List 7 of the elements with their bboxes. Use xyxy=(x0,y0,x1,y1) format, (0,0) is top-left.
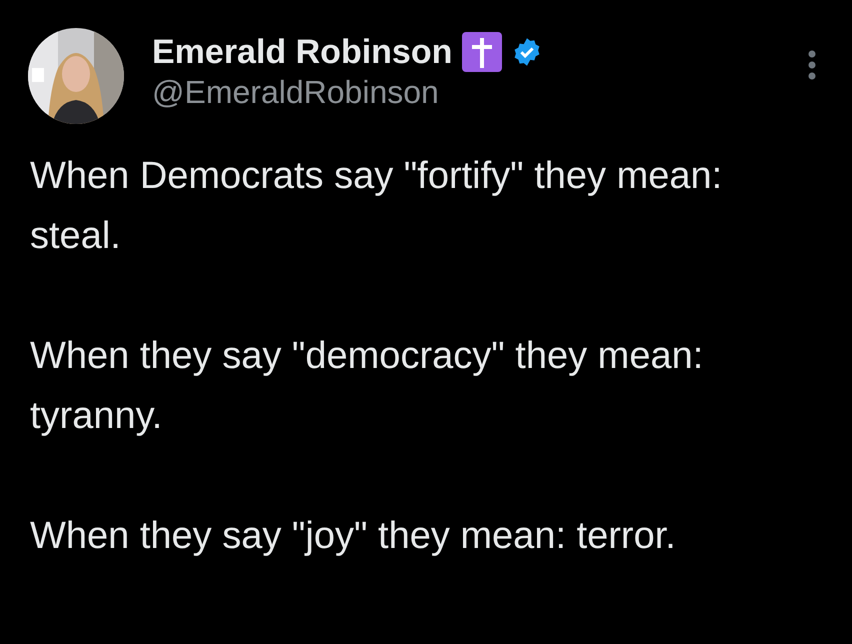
tweet-paragraph: When Democrats say "fortify" they mean: steal. xyxy=(30,154,724,259)
more-icon[interactable] xyxy=(808,50,816,80)
cross-icon xyxy=(462,32,502,72)
tweet-paragraph: When they say "democracy" they mean: tyranny. xyxy=(30,334,704,439)
author-name[interactable]: Emerald Robinson xyxy=(152,32,452,72)
author-handle[interactable]: @EmeraldRobinson xyxy=(152,74,808,111)
tweet-paragraph: When they say "joy" they mean: terror. xyxy=(30,514,677,559)
